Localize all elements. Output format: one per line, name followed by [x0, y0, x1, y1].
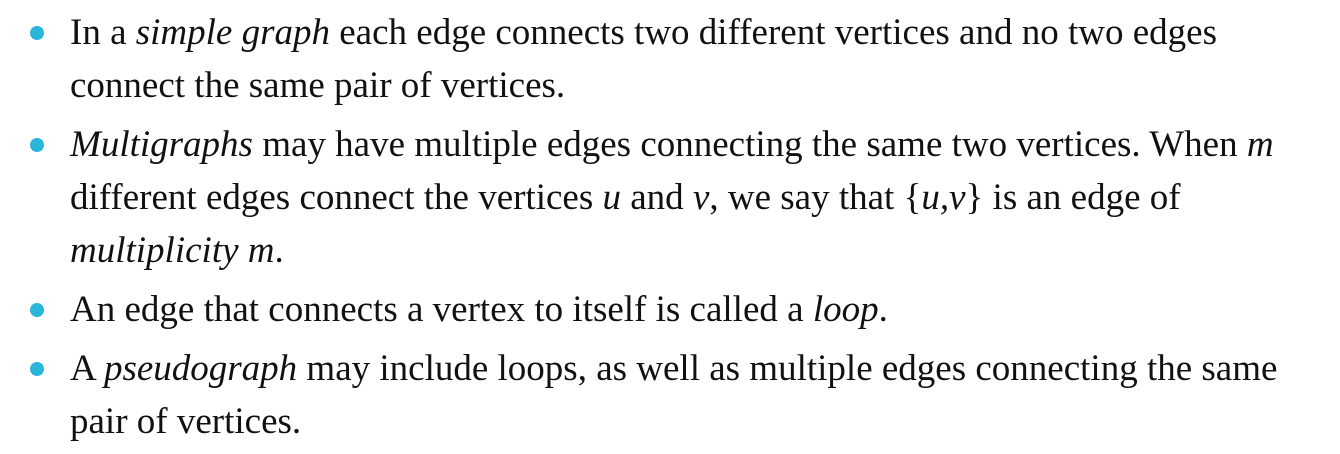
text-segment: may have multiple edges connecting the s… — [252, 124, 1247, 165]
var-m: m — [1246, 124, 1274, 165]
text-segment: . — [274, 230, 284, 271]
text-segment: . — [878, 289, 888, 330]
bullet-dot-icon — [30, 362, 44, 376]
text-segment: An edge that connects a vertex to itself… — [70, 289, 813, 330]
term-multigraphs: Multigraphs — [70, 124, 253, 165]
var-u: u — [602, 177, 622, 218]
slide: In a simple graph each edge connects two… — [0, 0, 1340, 445]
bullet-loop: An edge that connects a vertex to itself… — [24, 283, 1324, 336]
bullet-dot-icon — [30, 138, 44, 152]
bullet-multigraphs: Multigraphs may have multiple edges conn… — [24, 118, 1324, 277]
bullet-list: In a simple graph each edge connects two… — [24, 6, 1324, 454]
text-segment: } is an edge of — [965, 177, 1181, 218]
bullet-dot-icon — [30, 26, 44, 40]
text-segment: A — [70, 348, 104, 389]
term-loop: loop — [812, 289, 879, 330]
term-simple-graph: simple graph — [135, 12, 330, 53]
bullet-dot-icon — [30, 303, 44, 317]
term-multiplicity: multiplicity m — [70, 230, 275, 271]
text-segment: different edges connect the vertices — [70, 177, 603, 218]
bullet-simple-graph: In a simple graph each edge connects two… — [24, 6, 1324, 112]
text-segment: , we say that { — [709, 177, 922, 218]
var-uv: u,v — [921, 177, 966, 218]
text-segment: In a — [70, 12, 136, 53]
term-pseudograph: pseudograph — [103, 348, 298, 389]
bullet-pseudograph: A pseudograph may include loops, as well… — [24, 342, 1324, 448]
text-segment: and — [621, 177, 693, 218]
var-v: v — [692, 177, 710, 218]
